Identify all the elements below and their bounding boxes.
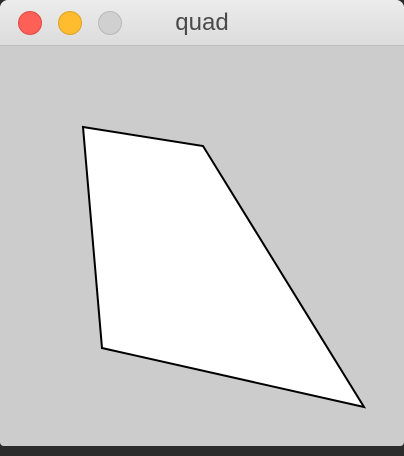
sketch-canvas[interactable]	[0, 46, 404, 446]
app-window: quad	[0, 0, 404, 446]
quad-drawing	[81, 125, 367, 409]
window-title: quad	[175, 9, 229, 36]
title-bar[interactable]: quad	[0, 0, 404, 46]
quad-shape	[81, 125, 367, 409]
